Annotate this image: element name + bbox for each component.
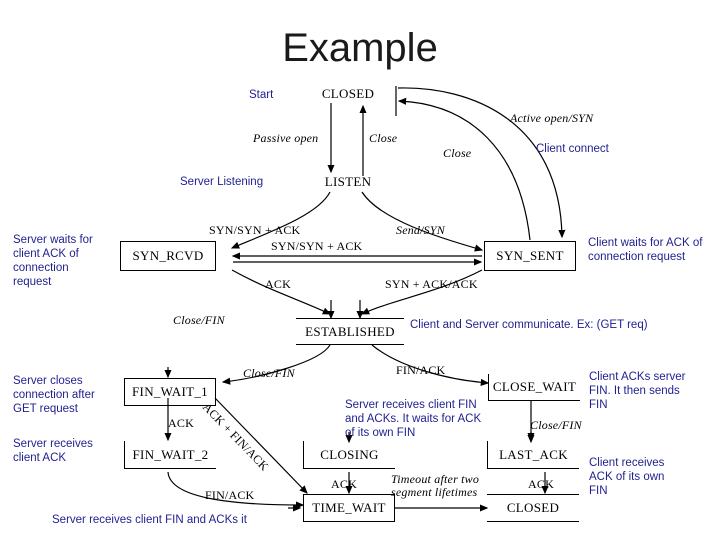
transition-syn-ack-ack: SYN + ACK/ACK — [385, 277, 478, 291]
transition-syn-synack-mid: SYN/SYN + ACK — [271, 239, 363, 253]
transition-syn-synack-left: SYN/SYN + ACK — [209, 223, 301, 237]
annotation-start: Start — [249, 89, 274, 101]
transition-close-fin-left: Close/FIN — [173, 313, 225, 327]
annotation-server-listening: Server Listening — [180, 176, 264, 188]
state-closing[interactable]: CLOSING — [303, 441, 395, 469]
state-fin-wait-2[interactable]: FIN_WAIT_2 — [124, 441, 216, 469]
state-time-wait[interactable]: TIME_WAIT — [303, 494, 395, 522]
transition-ack-lastack: ACK — [528, 477, 554, 491]
transition-ack-finwait: ACK — [168, 416, 194, 430]
state-listen[interactable]: LISTEN — [300, 172, 396, 192]
state-fin-wait-1[interactable]: FIN_WAIT_1 — [124, 378, 216, 406]
transition-ack-closing: ACK — [331, 477, 357, 491]
transition-fin-ack-bottom: FIN/ACK — [205, 488, 255, 502]
transition-fin-ack-right: FIN/ACK — [396, 363, 446, 377]
annotation-client-waits-ack: Client waits for ACK of connection reque… — [588, 237, 703, 263]
state-syn-sent[interactable]: SYN_SENT — [484, 241, 576, 271]
transition-active-open-syn: Active open/SYN — [510, 111, 594, 125]
transition-close-fin-mid: Close/FIN — [243, 366, 295, 380]
slide-canvas: Example CLOSED LISTEN SYN_RCVD SYN_SENT … — [0, 0, 720, 540]
annotation-client-server-comm: Client and Server communicate. Ex: (GET … — [410, 319, 648, 331]
annotation-server-waits-ack: Server waits for client ACK of connectio… — [13, 234, 93, 288]
annotation-server-receives-fin: Server receives client FIN and ACKs. It … — [345, 399, 482, 439]
state-established[interactable]: ESTABLISHED — [296, 318, 404, 345]
annotation-client-acks-server: Client ACKs server FIN. It then sends FI… — [589, 371, 686, 411]
annotation-client-connect: Client connect — [536, 143, 609, 155]
annotation-client-receives-ack: Client receives ACK of its own FIN — [589, 457, 665, 497]
transition-passive-open: Passive open — [253, 131, 319, 145]
transition-send-syn: Send/SYN — [396, 223, 445, 237]
transition-close-fin-right: Close/FIN — [530, 418, 582, 432]
transition-timeout: Timeout after two segment lifetimes — [391, 472, 480, 499]
state-last-ack[interactable]: LAST_ACK — [487, 441, 579, 469]
state-syn-rcvd[interactable]: SYN_RCVD — [120, 241, 216, 271]
page-title: Example — [282, 26, 438, 70]
annotation-server-closes: Server closes connection after GET reque… — [13, 375, 95, 415]
annotation-server-receives-fin-acks: Server receives client FIN and ACKs it — [52, 514, 247, 526]
transition-close-top: Close — [369, 131, 398, 145]
state-close-wait[interactable]: CLOSE_WAIT — [488, 374, 580, 401]
transition-ack-left: ACK — [265, 277, 291, 291]
transition-close-curve: Close — [443, 146, 472, 160]
state-closed-top[interactable]: CLOSED — [300, 84, 396, 104]
annotation-server-receives-ack: Server receives client ACK — [13, 438, 93, 464]
